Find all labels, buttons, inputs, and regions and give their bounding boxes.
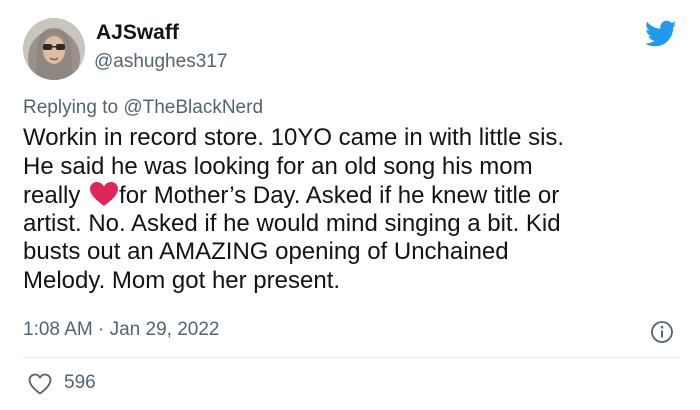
info-icon[interactable]	[650, 320, 674, 344]
meta-separator: ·	[92, 319, 110, 340]
tweet-time: 1:08 AM	[23, 319, 93, 340]
avatar[interactable]	[23, 18, 85, 80]
tweet-line: He said he was looking for an old song h…	[23, 152, 533, 180]
tweet-timestamp[interactable]: 1:08 AM · Jan 29, 2022	[23, 319, 219, 341]
tweet-card: AJSwaff @ashughes317 Replying to @TheBla…	[0, 0, 700, 410]
tweet-body: Workin in record store. 10YO came in wit…	[23, 124, 688, 295]
replying-prefix: Replying to	[23, 97, 124, 118]
reply-mention-link[interactable]: @TheBlackNerd	[123, 97, 263, 118]
red-heart-icon	[89, 181, 119, 207]
twitter-bird-icon[interactable]	[645, 20, 677, 48]
replying-to: Replying to @TheBlackNerd	[23, 97, 263, 119]
tweet-line-with-emoji: really for Mother’s Day. Asked if he kne…	[23, 181, 688, 210]
heart-outline-icon[interactable]	[28, 373, 52, 395]
profile-photo-icon	[23, 18, 85, 80]
tweet-date: Jan 29, 2022	[109, 319, 220, 340]
tweet-line: busts out an AMAZING opening of Unchaine…	[23, 238, 509, 265]
like-count: 596	[64, 372, 96, 393]
user-handle[interactable]: @ashughes317	[94, 51, 227, 73]
tweet-line: Workin in record store. 10YO came in wit…	[23, 124, 565, 151]
display-name[interactable]: AJSwaff	[96, 21, 179, 45]
tweet-line: Melody. Mom got her present.	[23, 266, 341, 294]
divider	[23, 357, 678, 358]
tweet-line: artist. No. Asked if he would mind singi…	[23, 209, 561, 237]
tweet-text-segment: for Mother’s Day. Asked if he knew title…	[119, 182, 560, 209]
tweet-text-segment: really	[23, 182, 88, 209]
